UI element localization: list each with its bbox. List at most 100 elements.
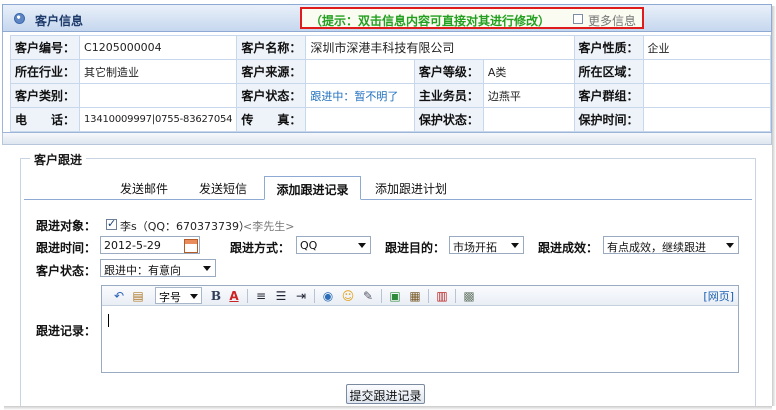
status-select[interactable]: 跟进中：有意向 [100, 259, 216, 277]
window-shadow-right [772, 6, 776, 406]
result-label: 跟进成效： [538, 241, 599, 255]
customer-info-header: 客户信息 （提示：双击信息内容可直接对其进行修改） 更多信息 [2, 4, 772, 32]
table-icon[interactable]: ▥ [434, 288, 450, 304]
result-select[interactable]: 有点成效，继续跟进 [603, 236, 739, 254]
purpose-selected: 市场开拓 [453, 241, 497, 254]
salesperson-value[interactable]: 边燕平 [482, 83, 575, 108]
record-editor[interactable]: ↶ ▤ 字号 B A ≡ ☰ ⇥ ◉ ☺ ✎ ▣ ▦ ▥ ▩ [网页] [101, 285, 739, 373]
save-icon[interactable]: ▦ [407, 288, 423, 304]
emoticon-icon[interactable]: ☺ [340, 288, 356, 304]
info-label: 主业务员： [413, 83, 484, 108]
customer-nature-value[interactable]: 企业 [642, 35, 771, 60]
info-label: 所在区域： [573, 59, 644, 84]
toolbar-separator [381, 289, 382, 303]
customer-status-value[interactable]: 跟进中：暂不明了 [305, 83, 415, 108]
text-cursor [108, 314, 109, 327]
source-value[interactable] [305, 59, 415, 84]
toolbar-separator [314, 289, 315, 303]
webpage-source-link[interactable]: [网页] [703, 288, 734, 304]
target-checkbox[interactable] [106, 217, 117, 230]
region-value[interactable] [642, 59, 771, 84]
info-label: 客户来源： [236, 59, 307, 84]
bold-icon[interactable]: B [208, 288, 224, 304]
status-label: 客户状态： [36, 264, 97, 278]
followup-section-title: 客户跟进 [30, 151, 87, 168]
ordered-list-icon[interactable]: ☰ [273, 288, 289, 304]
toolbar-separator [247, 289, 248, 303]
edit-hint-text: （提示：双击信息内容可直接对其进行修改） [310, 14, 551, 28]
info-label: 保护状态： [413, 107, 484, 132]
status-selected: 跟进中：有意向 [104, 264, 181, 277]
fax-value[interactable] [305, 107, 415, 132]
record-label: 跟进记录： [36, 324, 97, 338]
panel-title: 客户信息 [35, 14, 84, 28]
industry-value[interactable]: 其它制造业 [79, 59, 238, 84]
window-shadow-bottom [4, 406, 772, 410]
undo-icon[interactable]: ↶ [111, 288, 127, 304]
customer-info-table: 客户编号： C1205000004 客户名称： 深圳市深港丰科技有限公司 客户性… [9, 35, 771, 132]
info-row: 客户编号： C1205000004 客户名称： 深圳市深港丰科技有限公司 客户性… [9, 35, 771, 60]
info-label: 保护时间： [573, 107, 644, 132]
purpose-select[interactable]: 市场开拓 [449, 236, 524, 254]
font-size-select[interactable]: 字号 [155, 287, 202, 304]
chevron-down-icon [511, 243, 519, 248]
method-selected: QQ [300, 239, 318, 252]
info-label: 客户状态： [236, 83, 307, 108]
customer-name-value[interactable]: 深圳市深港丰科技有限公司 [305, 35, 575, 60]
protection-time-value[interactable] [642, 107, 771, 132]
edit-icon[interactable]: ✎ [360, 288, 376, 304]
image-icon[interactable]: ▣ [387, 288, 403, 304]
followup-tabbar: 发送邮件 发送短信 添加跟进记录 添加跟进计划 [24, 176, 752, 200]
target-label: 跟进对象： [36, 219, 97, 233]
calendar-icon[interactable] [184, 239, 198, 253]
toolbar-separator [428, 289, 429, 303]
method-select[interactable]: QQ [296, 236, 371, 254]
paste-icon[interactable]: ▤ [130, 288, 146, 304]
tab-send-email[interactable]: 发送邮件 [104, 176, 184, 200]
more-info-checkbox[interactable] [573, 14, 583, 24]
target-name: 李s（QQ：670373739） [120, 220, 251, 233]
panel-bullet-icon [14, 13, 25, 24]
info-label: 传 真： [236, 107, 307, 132]
tab-send-sms[interactable]: 发送短信 [184, 176, 262, 200]
toolbar-separator [455, 289, 456, 303]
align-icon[interactable]: ≡ [253, 288, 269, 304]
chevron-down-icon [203, 266, 211, 271]
info-label: 客户等级： [413, 59, 484, 84]
info-row: 所在行业： 其它制造业 客户来源： 客户等级： A类 所在区域： [9, 59, 771, 84]
preview-icon[interactable]: ▩ [461, 288, 477, 304]
info-label: 所在行业： [9, 59, 81, 84]
info-label: 客户名称： [236, 35, 307, 60]
editor-toolbar: ↶ ▤ 字号 B A ≡ ☰ ⇥ ◉ ☺ ✎ ▣ ▦ ▥ ▩ [网页] [102, 286, 738, 306]
info-label: 客户类别： [9, 83, 81, 108]
indent-icon[interactable]: ⇥ [293, 288, 309, 304]
chevron-down-icon [358, 243, 366, 248]
category-value[interactable] [79, 83, 238, 108]
phone-value[interactable]: 13410009997|0755-83627054 [79, 107, 238, 132]
info-label: 电 话： [9, 107, 81, 132]
info-label: 客户群组： [573, 83, 644, 108]
info-row: 电 话： 13410009997|0755-83627054 传 真： 保护状态… [9, 107, 771, 132]
target-alias: <李先生> [243, 220, 295, 233]
info-label: 客户编号： [9, 35, 81, 60]
customer-id-value[interactable]: C1205000004 [79, 35, 238, 60]
find-icon[interactable]: ◉ [320, 288, 336, 304]
info-panel-footer [2, 133, 772, 145]
edit-hint-box: （提示：双击信息内容可直接对其进行修改） 更多信息 [300, 7, 644, 29]
chevron-down-icon [726, 243, 734, 248]
more-info-label[interactable]: 更多信息 [588, 12, 636, 29]
group-value[interactable] [642, 83, 771, 108]
chevron-down-icon [190, 294, 198, 299]
submit-followup-button[interactable]: 提交跟进记录 [346, 384, 425, 404]
level-value[interactable]: A类 [482, 59, 575, 84]
result-selected: 有点成效，继续跟进 [607, 241, 706, 254]
info-row: 客户类别： 客户状态： 跟进中：暂不明了 主业务员： 边燕平 客户群组： [9, 83, 771, 108]
tab-add-followup-record[interactable]: 添加跟进记录 [264, 176, 361, 200]
info-label: 客户性质： [573, 35, 644, 60]
font-color-icon[interactable]: A [226, 288, 242, 304]
customer-info-table-wrap: 客户编号： C1205000004 客户名称： 深圳市深港丰科技有限公司 客户性… [2, 32, 772, 133]
tab-add-followup-plan[interactable]: 添加跟进计划 [364, 176, 458, 200]
protection-status-value[interactable] [482, 107, 575, 132]
purpose-label: 跟进目的： [385, 241, 446, 255]
method-label: 跟进方式： [230, 241, 291, 255]
